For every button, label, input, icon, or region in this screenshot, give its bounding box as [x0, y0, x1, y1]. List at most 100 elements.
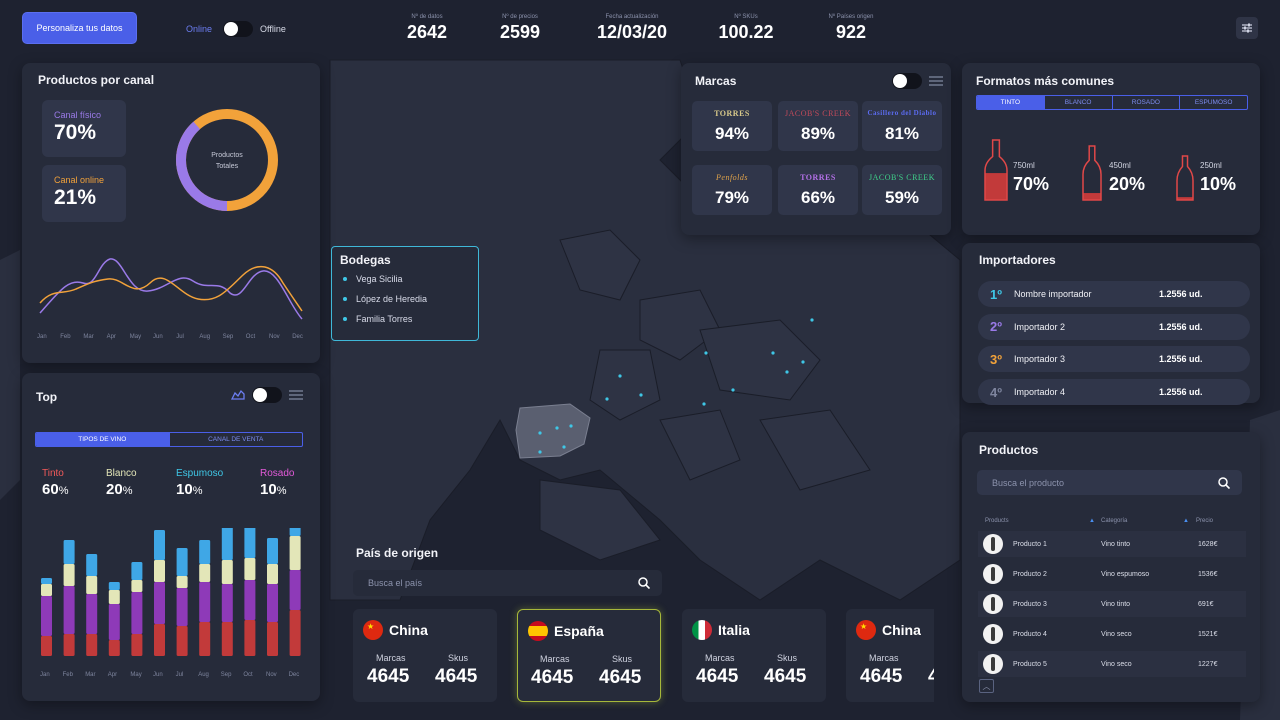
- svg-text:Totales: Totales: [216, 163, 239, 170]
- product-name: Producto 1: [1013, 540, 1047, 548]
- bodega-item[interactable]: Vega Sicilia: [340, 274, 470, 284]
- month-label: May: [129, 334, 142, 340]
- top-cat-blanco: Blanco: [106, 468, 137, 479]
- italy-flag-icon: [692, 620, 712, 640]
- importador-amount: 1.2556 ud.: [1159, 289, 1203, 299]
- bar-segment: [108, 590, 120, 604]
- search-icon[interactable]: [638, 577, 650, 589]
- svg-text:Productos: Productos: [211, 152, 243, 159]
- area-chart-icon[interactable]: [231, 388, 245, 400]
- bar-segment: [108, 640, 120, 656]
- tab-tipos-de-vino[interactable]: TIPOS DE VINO: [36, 433, 170, 446]
- col-productos[interactable]: Products: [985, 518, 1009, 524]
- brand-card-jacobs-creek-2[interactable]: JACOB'S CREEK 59%: [862, 165, 942, 215]
- col-precio[interactable]: Precio: [1196, 518, 1213, 524]
- rank-label: 2º: [990, 319, 1002, 335]
- importador-name: Nombre importador: [1014, 289, 1092, 299]
- search-placeholder: Busca el producto: [992, 477, 1065, 488]
- top-toggle[interactable]: [252, 387, 282, 403]
- product-row[interactable]: Producto 3 Vino tinto 691€: [978, 591, 1246, 617]
- country-card-china[interactable]: ★ China Marcas Skus 4645 4645: [353, 609, 497, 702]
- month-label: Nov: [266, 672, 277, 678]
- importador-amount: 1.2556 ud.: [1159, 321, 1203, 332]
- tab-blanco[interactable]: BLANCO: [1045, 96, 1113, 109]
- bar-segment: [41, 636, 52, 656]
- top-tabs: TIPOS DE VINO CANAL DE VENTA: [35, 432, 303, 447]
- month-label: May: [130, 672, 142, 678]
- bar-segment: [86, 554, 98, 576]
- sort-icon[interactable]: ▲: [1183, 518, 1189, 524]
- product-name: Producto 4: [1013, 630, 1047, 638]
- bar-segment: [41, 578, 52, 584]
- brand-card-torres[interactable]: TORRES 94%: [692, 101, 772, 151]
- online-offline-toggle[interactable]: [223, 21, 253, 37]
- rank-label: 3º: [990, 351, 1002, 367]
- bar-segment: [221, 560, 233, 584]
- personalize-button[interactable]: Personaliza tus datos: [23, 13, 136, 43]
- product-category: Vino tinto: [1101, 600, 1131, 608]
- sort-icon[interactable]: ▲: [1089, 518, 1095, 524]
- search-icon[interactable]: [1218, 476, 1230, 489]
- bar-segment: [63, 540, 75, 564]
- month-label: Sep: [222, 334, 234, 340]
- bar-segment: [86, 576, 98, 594]
- col-categoria[interactable]: Categoría: [1101, 518, 1127, 524]
- settings-button[interactable]: [1236, 17, 1258, 39]
- brand-card-penfolds[interactable]: Penfolds 79%: [692, 165, 772, 215]
- scroll-up-button[interactable]: ︿: [979, 679, 994, 693]
- country-search-input[interactable]: Busca el país: [353, 570, 662, 596]
- month-label: Sep: [220, 672, 232, 678]
- product-category: Vino seco: [1101, 660, 1132, 668]
- brand-card-torres-2[interactable]: TORRES 66%: [778, 165, 858, 215]
- bar-segment: [221, 622, 233, 656]
- month-label: Aug: [199, 334, 211, 340]
- pais-title: País de origen: [356, 546, 439, 560]
- country-card-espana[interactable]: España Marcas Skus 4645 4645: [517, 609, 661, 702]
- importador-row[interactable]: 2º Importador 2 1.2556 ud.: [978, 313, 1250, 340]
- bodega-item[interactable]: Familia Torres: [340, 314, 470, 324]
- formatos-panel: Formatos más comunes TINTO BLANCO ROSADO…: [962, 63, 1260, 235]
- country-card-italia[interactable]: Italia Marcas Skus 4645 4645: [682, 609, 826, 702]
- canal-panel: Productos por canal Canal físico 70% Can…: [22, 63, 320, 363]
- bar-segment: [267, 564, 278, 584]
- top-val-rosado: 10%: [260, 481, 287, 498]
- product-price: 1521€: [1198, 630, 1218, 638]
- importador-row[interactable]: 1º Nombre importador 1.2556 ud.: [978, 281, 1250, 307]
- stat-datos: Nº de datos 2642: [406, 14, 448, 42]
- product-price: 1536€: [1198, 570, 1218, 578]
- product-row[interactable]: Producto 2 Vino espumoso 1536€: [978, 561, 1246, 587]
- month-label: Jun: [153, 672, 163, 678]
- country-card-china-2[interactable]: ★ China Marcas 4645 4: [846, 609, 934, 702]
- toggle-knob: [224, 22, 238, 36]
- product-row[interactable]: Producto 1 Vino tinto 1628€: [978, 531, 1246, 557]
- spain-flag-icon: [528, 621, 548, 641]
- bar-segment: [244, 620, 256, 656]
- product-category: Vino espumoso: [1101, 570, 1150, 578]
- top-stacked-bars: [41, 528, 301, 656]
- bodega-item[interactable]: López de Heredia: [340, 294, 470, 304]
- stat-fecha: Fecha actualización 12/03/20: [596, 14, 668, 42]
- top-val-blanco: 20%: [106, 481, 133, 498]
- brand-card-jacobs-creek[interactable]: JACOB'S CREEK 89%: [778, 101, 858, 151]
- product-row[interactable]: Producto 4 Vino seco 1521€: [978, 621, 1246, 647]
- bar-segment: [199, 540, 211, 564]
- marcas-toggle[interactable]: [892, 73, 922, 89]
- tab-rosado[interactable]: ROSADO: [1113, 96, 1181, 109]
- month-label: Dec: [288, 672, 300, 678]
- tab-espumoso[interactable]: ESPUMOSO: [1180, 96, 1247, 109]
- product-row[interactable]: Producto 5 Vino seco 1227€: [978, 651, 1246, 677]
- importador-row[interactable]: 4º Importador 4 1.2556 ud.: [978, 379, 1250, 406]
- bar-segment: [131, 580, 143, 592]
- online-label: Online: [186, 24, 213, 34]
- month-label: Jul: [175, 672, 184, 678]
- brand-card-casillero[interactable]: Casillero del Diablo 81%: [862, 101, 942, 151]
- tab-canal-de-venta[interactable]: CANAL DE VENTA: [170, 433, 303, 446]
- importador-amount: 1.2556 ud.: [1159, 387, 1203, 398]
- product-search-input[interactable]: Busca el producto: [977, 470, 1242, 495]
- canal-online-kpi: Canal online 21%: [42, 165, 126, 222]
- bar-segment: [41, 596, 52, 636]
- importador-row[interactable]: 3º Importador 3 1.2556 ud.: [978, 346, 1250, 373]
- menu-icon[interactable]: [289, 390, 303, 400]
- tab-tinto[interactable]: TINTO: [977, 96, 1045, 109]
- menu-icon[interactable]: [929, 76, 943, 86]
